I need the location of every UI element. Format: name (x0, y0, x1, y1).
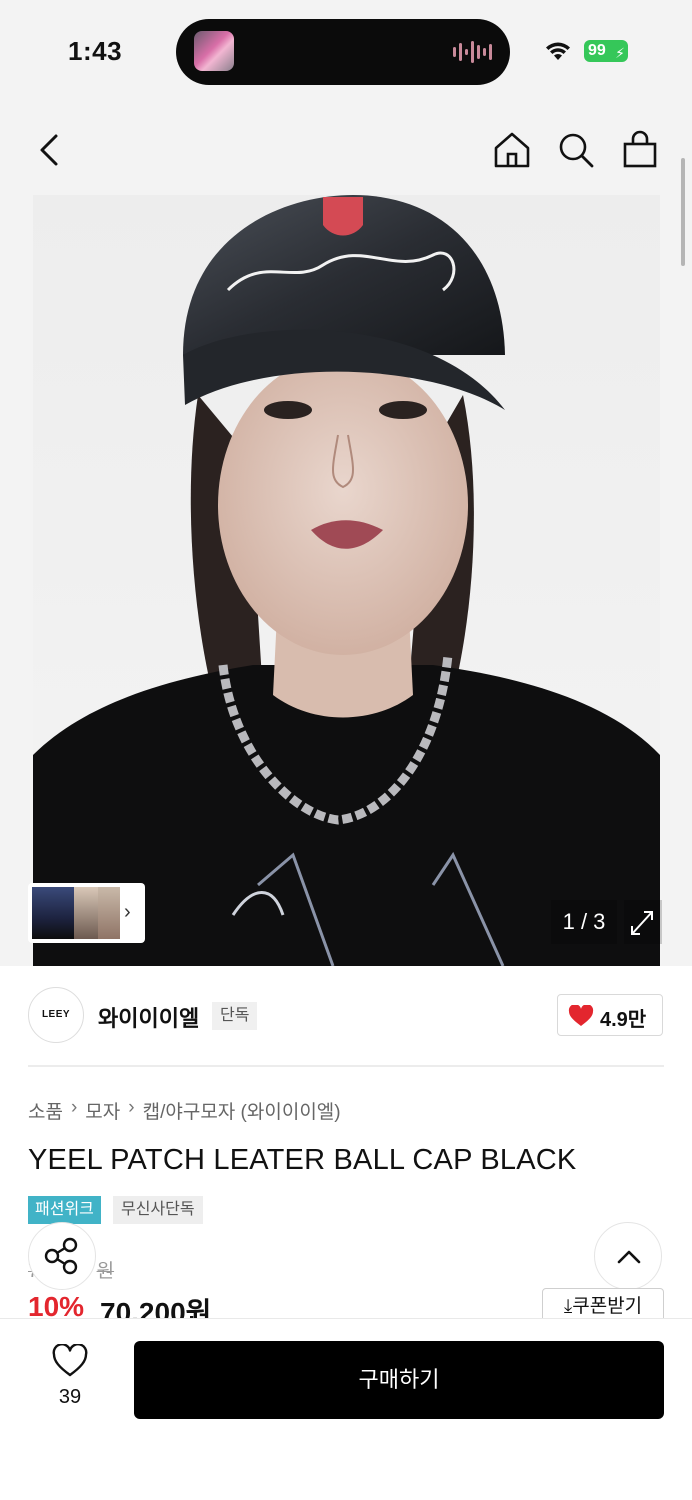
divider (28, 1065, 664, 1067)
image-page-counter: 1 / 3 (551, 900, 617, 944)
shopping-bag-icon[interactable] (620, 128, 660, 172)
coupon-label: 쿠폰받기 (572, 1296, 643, 1317)
brand-like-count: 4.9만 (600, 1009, 647, 1031)
audio-wave-icon (453, 41, 492, 63)
scroll-to-top-button[interactable] (594, 1222, 662, 1290)
exclusive-badge: 단독 (212, 1002, 258, 1030)
expand-icon[interactable] (624, 900, 662, 944)
breadcrumb-item[interactable]: 소품 (28, 1097, 63, 1124)
dynamic-island[interactable] (176, 19, 510, 85)
thumbnail-image[interactable] (74, 887, 98, 939)
brand-logo[interactable]: LEEY (28, 987, 84, 1043)
thumbnail-image[interactable] (32, 887, 74, 939)
breadcrumb-item[interactable]: 모자 (85, 1097, 120, 1124)
brand-name[interactable]: 와이이이엘 (98, 1001, 199, 1033)
product-photo (33, 195, 660, 966)
product-title: YEEL PATCH LEATER BALL CAP BLACK (28, 1144, 577, 1176)
wifi-icon (546, 42, 570, 60)
battery-icon: 99 ⚡ (584, 40, 628, 62)
chevron-right-icon: › (128, 1097, 135, 1118)
tag-fashion-week: 패션위크 (28, 1196, 101, 1224)
back-chevron-icon[interactable] (30, 128, 70, 172)
thumbnail-strip[interactable]: › (28, 883, 145, 943)
scroll-indicator[interactable] (681, 158, 685, 266)
share-button[interactable] (28, 1222, 96, 1290)
battery-level: 99 (588, 42, 606, 59)
home-icon[interactable] (492, 128, 532, 172)
chevron-right-icon: › (70, 1097, 78, 1118)
status-time: 1:43 (68, 36, 123, 66)
breadcrumb: 소품 › 모자 › 캡/야구모자 (와이이이엘) (28, 1097, 341, 1124)
now-playing-artwork (194, 31, 234, 71)
buy-button[interactable]: 구매하기 (134, 1341, 664, 1419)
tag-musinsa-exclusive: 무신사단독 (113, 1196, 203, 1224)
status-bar: 1:43 99 ⚡ (0, 0, 692, 100)
wish-count: 39 (58, 1386, 82, 1408)
download-icon: ⤓ (563, 1296, 573, 1317)
chevron-right-icon: › (124, 901, 131, 923)
heart-filled-icon (568, 1005, 594, 1026)
search-icon[interactable] (556, 128, 596, 172)
product-image[interactable] (33, 195, 660, 966)
original-price-suffix: 원 (96, 1261, 115, 1282)
share-icon (44, 1237, 78, 1275)
heart-outline-icon[interactable] (52, 1344, 88, 1378)
charging-bolt-icon: ⚡ (615, 45, 625, 61)
thumbnail-image[interactable] (98, 887, 120, 939)
breadcrumb-item[interactable]: 캡/야구모자 (와이이이엘) (143, 1097, 341, 1124)
brand-like-button[interactable]: 4.9만 (557, 994, 663, 1036)
chevron-up-icon (617, 1250, 641, 1264)
